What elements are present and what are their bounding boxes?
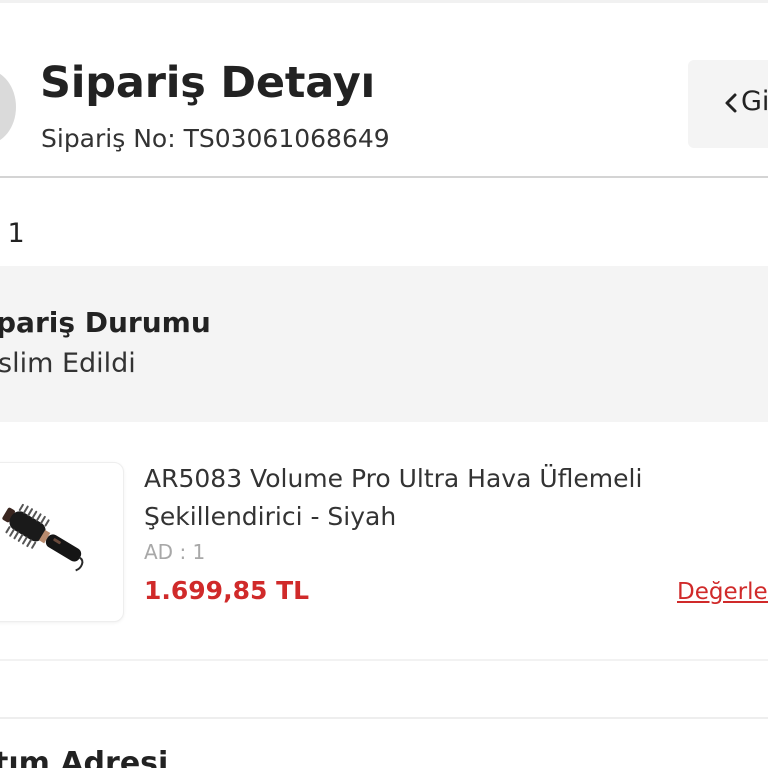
order-detail-page: Sipariş Detayı Sipariş No: TS03061068649…: [0, 0, 768, 768]
product-image[interactable]: [0, 462, 124, 622]
chevron-left-icon: [725, 93, 737, 113]
product-quantity: AD : 1: [144, 540, 206, 564]
avatar: [0, 70, 16, 144]
product-divider: [0, 659, 768, 661]
shipment-number: 1: [7, 218, 25, 249]
order-status-panel: [0, 266, 768, 422]
top-divider: [0, 0, 768, 3]
order-status-value: slim Edildi: [0, 348, 136, 379]
order-number: Sipariş No: TS03061068649: [41, 124, 390, 153]
shipment-heading: t 1: [0, 218, 25, 249]
back-button-label: Gi: [741, 86, 768, 117]
product-price: 1.699,85 TL: [144, 576, 310, 605]
review-product-link[interactable]: Değerlen: [677, 579, 768, 605]
order-status-label: pariş Durumu: [0, 306, 211, 339]
back-button[interactable]: Gi: [688, 60, 768, 148]
section-divider: [0, 717, 768, 719]
product-name[interactable]: AR5083 Volume Pro Ultra Hava Üflemeli Şe…: [144, 460, 704, 536]
header-divider: [0, 176, 768, 178]
hair-dryer-brush-icon: [2, 503, 84, 572]
delivery-address-heading: tım Adresi: [0, 746, 169, 768]
page-title: Sipariş Detayı: [40, 58, 376, 108]
